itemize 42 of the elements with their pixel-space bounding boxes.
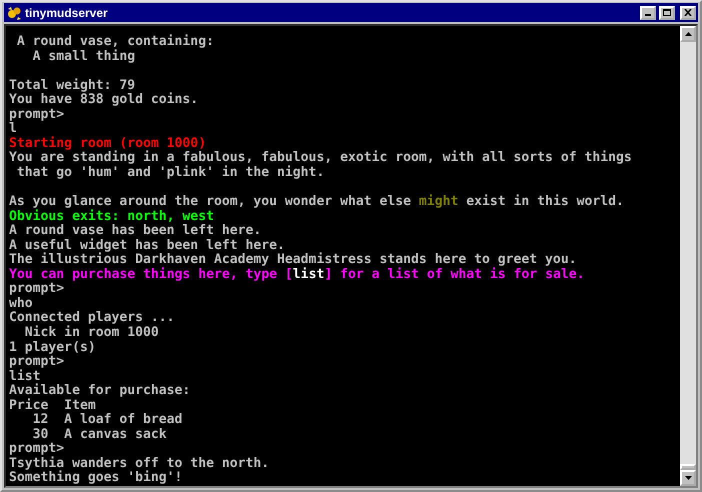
terminal-line: As you glance around the room, you wonder what else might exist in this world. <box>9 195 625 210</box>
terminal-line: A round vase has been left here. <box>9 224 262 238</box>
scroll-up-button[interactable] <box>680 26 696 42</box>
terminal-line: Nick in room 1000 <box>24 326 160 341</box>
terminal-line: l <box>9 122 17 136</box>
close-button[interactable] <box>680 6 696 20</box>
terminal-line: prompt> <box>9 442 66 456</box>
terminal-line: prompt> <box>9 108 66 122</box>
scroll-down-button[interactable] <box>680 470 696 486</box>
terminal-line: list <box>9 370 41 384</box>
terminal-line: Something goes 'bing'! <box>9 471 184 486</box>
terminal-line: that go 'hum' and 'plink' in the night. <box>16 166 326 181</box>
down-arrow-icon <box>684 476 692 480</box>
terminal-line: 12 A loaf of bread <box>32 413 184 428</box>
scrollbar[interactable] <box>680 26 696 486</box>
terminal-line: You have 838 gold coins. <box>9 93 200 108</box>
terminal-line: Price Item <box>9 398 97 413</box>
terminal-line: A useful widget has been left here. <box>9 238 285 253</box>
terminal-line: A small thing <box>32 50 136 64</box>
terminal-line: Total weight: 79 <box>9 78 136 93</box>
maximize-icon <box>663 9 671 16</box>
terminal-line: You can purchase things here, type [list] for a list of what is for sale. <box>9 268 586 282</box>
terminal-line: prompt> <box>9 355 66 370</box>
terminal-line: A round vase, containing: <box>16 35 215 50</box>
terminal-line: who <box>9 296 34 311</box>
scroll-thumb[interactable] <box>680 464 696 470</box>
up-arrow-icon <box>684 32 692 36</box>
terminal-line: Available for purchase: <box>9 384 192 398</box>
app-icon <box>6 4 22 20</box>
terminal-line: 30 A canvas sack <box>32 428 168 442</box>
terminal-line: Starting room (room 1000) <box>9 136 208 151</box>
terminal-line: You are standing in a fabulous, fabulous, exotic room, with all sorts of things <box>9 151 633 166</box>
window-title: tinymudserver <box>25 6 109 20</box>
terminal-line: Tsythia wanders off to the north. <box>9 456 270 471</box>
close-icon <box>684 9 692 16</box>
terminal-line: The illustrious Darkhaven Academy Headmistress stands here to greet you. <box>9 253 578 268</box>
maximize-button[interactable] <box>659 6 675 20</box>
terminal-line: prompt> <box>9 282 66 297</box>
terminal-line: Obvious exits: north, west <box>9 210 215 224</box>
minimize-button[interactable] <box>640 6 656 20</box>
terminal-line: 1 player(s) <box>9 340 97 356</box>
terminal-line: Connected players ... <box>9 311 176 326</box>
